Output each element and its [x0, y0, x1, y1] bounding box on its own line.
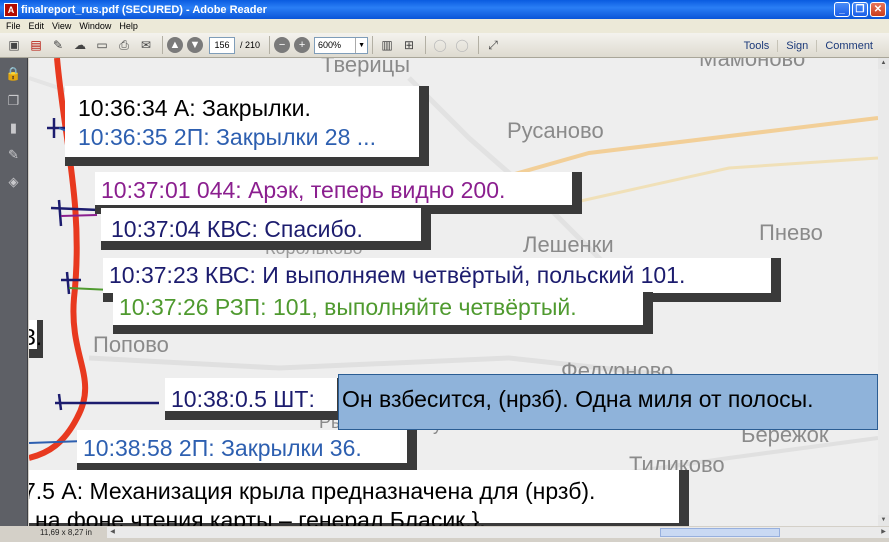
paperclip-icon[interactable]: ✎ [5, 146, 23, 164]
transcript-line: Он взбесится, (нрзб). Одна миля от полос… [342, 386, 814, 412]
scroll-thumb[interactable] [660, 528, 780, 537]
zoom-value: 600% [318, 40, 342, 50]
page-size-status: 11,69 x 8,27 in [0, 526, 107, 542]
save-icon[interactable]: ▭ [92, 35, 112, 55]
zoom-in-button[interactable]: + [294, 37, 311, 53]
minimize-button[interactable]: _ [834, 2, 850, 17]
horizontal-scrollbar[interactable]: ◀ ▶ [107, 527, 889, 538]
map-label-mamonovo: Мамоново [699, 58, 806, 71]
menu-file[interactable]: File [2, 21, 25, 31]
scroll-down-icon[interactable]: ▼ [878, 515, 889, 526]
menu-edit[interactable]: Edit [25, 21, 49, 31]
lock-icon[interactable]: 🔒 [5, 65, 23, 83]
scroll-left-icon[interactable]: ◀ [107, 527, 118, 538]
map-label-rusanovo: Русаново [507, 118, 604, 143]
navigation-pane: 🔒 ❐ ▮ ✎ ◈ [0, 58, 28, 531]
chevron-down-icon[interactable]: ▼ [355, 37, 367, 53]
transcript-line: 10:36:35 2П: Закрылки 28 ... [78, 124, 376, 150]
comment-bubble-icon[interactable]: ◯ [430, 35, 450, 55]
email-icon[interactable]: ✉ [136, 35, 156, 55]
window-title: finalreport_rus.pdf (SECURED) - Adobe Re… [21, 3, 267, 16]
page-number-input[interactable]: 156 [209, 36, 235, 54]
transcript-line: 10:37:01 044: Арэк, теперь видно 200. [101, 177, 506, 203]
tools-pane-button[interactable]: Tools [736, 40, 778, 52]
print-icon[interactable]: ⎙ [114, 35, 134, 55]
toolbar-separator [162, 36, 163, 54]
zoom-out-button[interactable]: − [274, 37, 291, 53]
toolbar-separator [425, 36, 427, 54]
document-view[interactable]: Мамоново Тверицы Русаново Лешенки Пнево … [29, 58, 878, 526]
transcript-line: 10:37:23 КВС: И выполняем четвёртый, пол… [109, 262, 686, 288]
pages-icon[interactable]: ❐ [5, 92, 23, 110]
maximize-button[interactable]: ❐ [852, 2, 868, 17]
menu-help[interactable]: Help [115, 21, 142, 31]
transcript-line: 10:38:58 2П: Закрылки 36. [83, 435, 362, 461]
map-label-tveritsy: Тверицы [321, 58, 411, 77]
map-label-leshenki: Лешенки [523, 232, 614, 257]
vertical-scrollbar[interactable]: ▲ ▼ [878, 58, 889, 526]
menu-window[interactable]: Window [75, 21, 115, 31]
fullscreen-icon[interactable]: ⤢ [483, 35, 503, 55]
toolbar: ▣ ▤ ✎ ☁ ▭ ⎙ ✉ ▲ ▼ 156 / 210 − + 600% ▼ ▥… [0, 33, 889, 58]
adobe-reader-icon: A [4, 2, 18, 17]
sign-pane-button[interactable]: Sign [777, 39, 816, 52]
title-bar: A finalreport_rus.pdf (SECURED) - Adobe … [0, 0, 889, 19]
previous-page-button[interactable]: ▲ [167, 37, 183, 53]
layers-icon[interactable]: ◈ [5, 173, 23, 191]
transcript-line: 10:36:34 А: Закрылки. [78, 95, 311, 121]
scroll-right-icon[interactable]: ▶ [878, 527, 889, 538]
cloud-icon[interactable]: ☁ [70, 35, 90, 55]
export-pdf-icon[interactable]: ▤ [26, 35, 46, 55]
transcript-line: на фоне чтения карты – генерал Бласик.}. [35, 507, 486, 526]
toolbar-separator [269, 36, 271, 54]
page-total: / 210 [240, 40, 261, 50]
map-label-popovo: Попово [93, 332, 169, 357]
comment-pane-button[interactable]: Comment [816, 39, 881, 52]
menu-bar: File Edit View Window Help [0, 19, 889, 33]
create-pdf-icon[interactable]: ▣ [4, 35, 24, 55]
fit-page-icon[interactable]: ▥ [377, 35, 397, 55]
transcript-line: 7.5 А: Механизация крыла предназначена д… [29, 478, 596, 504]
bookmark-icon[interactable]: ▮ [5, 119, 23, 137]
fit-width-icon[interactable]: ⊞ [399, 35, 419, 55]
toolbar-separator [372, 36, 374, 54]
scroll-up-icon[interactable]: ▲ [878, 58, 889, 69]
transcript-line: 10:38:0.5 ШТ: [171, 386, 315, 412]
toolbar-separator [478, 36, 480, 54]
zoom-select[interactable]: 600% ▼ [314, 36, 369, 54]
highlight-icon[interactable]: ◯ [452, 35, 472, 55]
transcript-line: 3. [29, 324, 43, 350]
menu-view[interactable]: View [48, 21, 75, 31]
transcript-line: 10:37:04 КВС: Спасибо. [111, 216, 363, 242]
edit-icon[interactable]: ✎ [48, 35, 68, 55]
next-page-button[interactable]: ▼ [187, 37, 203, 53]
transcript-line: 10:37:26 РЗП: 101, выполняйте четвёртый. [119, 294, 577, 320]
map-label-pnevo: Пнево [759, 220, 823, 245]
close-button[interactable]: ✕ [870, 2, 886, 17]
